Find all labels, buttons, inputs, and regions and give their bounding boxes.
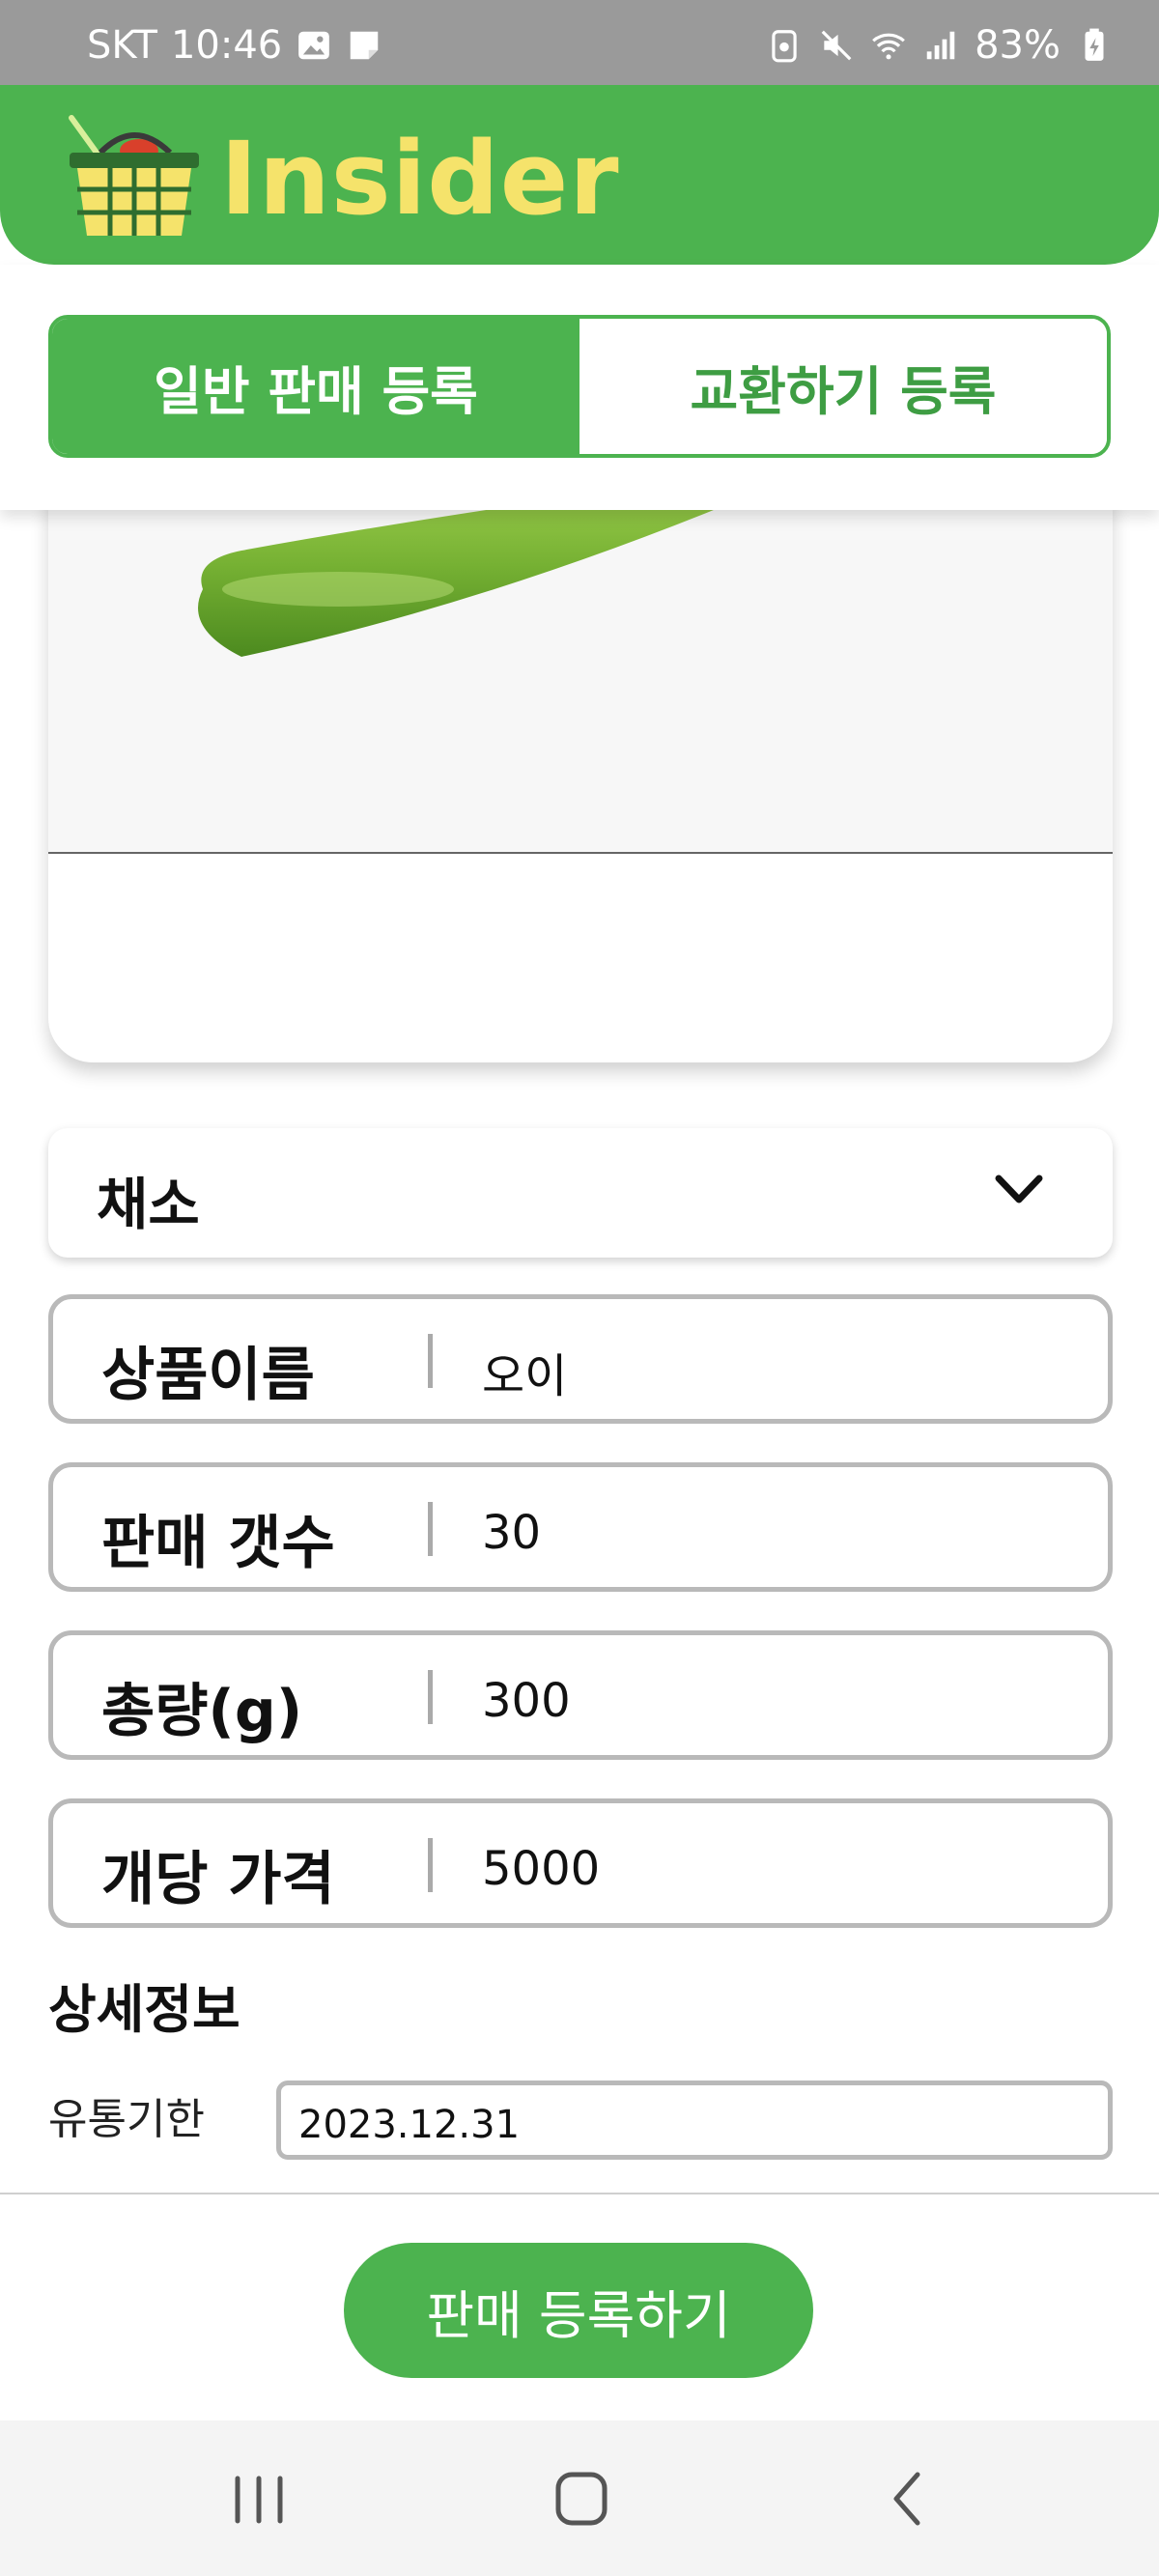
field-label: 총량(g) [101,1678,303,1745]
status-right: 83% [766,23,1113,68]
field-divider [428,1502,433,1556]
status-bar: SKT 10:46 83% [0,0,1159,85]
recent-apps-icon[interactable] [220,2465,297,2533]
details-heading: 상세정보 [48,1979,240,2040]
unit-price-input[interactable]: 5000 [482,1842,600,1896]
gallery-icon [298,31,330,60]
category-selected: 채소 [97,1172,200,1237]
home-icon[interactable] [543,2465,620,2533]
total-weight-field[interactable]: 총량(g) 300 [48,1630,1113,1760]
chevron-down-icon [995,1175,1043,1203]
field-divider [428,1670,433,1724]
wifi-icon [872,33,905,60]
brand-title: Insider [220,120,620,238]
system-nav-bar [0,2420,1159,2576]
tab-general-sale[interactable]: 일반 판매 등록 [52,319,580,454]
lock-icon [772,30,797,63]
submit-sale-button[interactable]: 판매 등록하기 [344,2243,813,2378]
photo-divider [48,852,1113,854]
field-label: 판매 갯수 [101,1510,335,1577]
basket-logo [69,115,199,236]
app-header: Insider [0,85,1159,265]
bottom-divider [0,2193,1159,2194]
field-label: 상품이름 [101,1342,315,1409]
field-label: 개당 가격 [101,1846,335,1913]
signal-icon [926,31,955,60]
status-left: SKT 10:46 [87,23,382,68]
product-name-field[interactable]: 상품이름 오이 [48,1294,1113,1424]
battery-percent: 83% [975,23,1060,68]
note-icon [350,31,379,60]
category-dropdown[interactable]: 채소 [48,1128,1113,1258]
product-image-card[interactable] [48,483,1113,1062]
total-weight-input[interactable]: 300 [482,1674,571,1728]
sale-count-input[interactable]: 30 [482,1506,541,1560]
product-name-input[interactable]: 오이 [482,1338,567,1405]
battery-icon [1085,28,1104,61]
field-divider [428,1334,433,1388]
clock: 10:46 [170,23,283,68]
unit-price-field[interactable]: 개당 가격 5000 [48,1798,1113,1928]
sale-count-field[interactable]: 판매 갯수 30 [48,1462,1113,1592]
product-photo [48,483,1113,854]
tab-container: 일반 판매 등록 교환하기 등록 [0,265,1159,510]
expiry-date-value: 2023.12.31 [298,2103,521,2147]
tab-bar: 일반 판매 등록 교환하기 등록 [48,315,1111,458]
carrier-name: SKT [87,23,157,68]
field-divider [428,1838,433,1892]
mute-icon [821,30,852,61]
back-icon[interactable] [869,2465,947,2533]
tab-exchange[interactable]: 교환하기 등록 [580,319,1107,454]
expiry-date-field[interactable]: 2023.12.31 [276,2081,1113,2160]
expiry-label: 유통기한 [48,2095,205,2144]
